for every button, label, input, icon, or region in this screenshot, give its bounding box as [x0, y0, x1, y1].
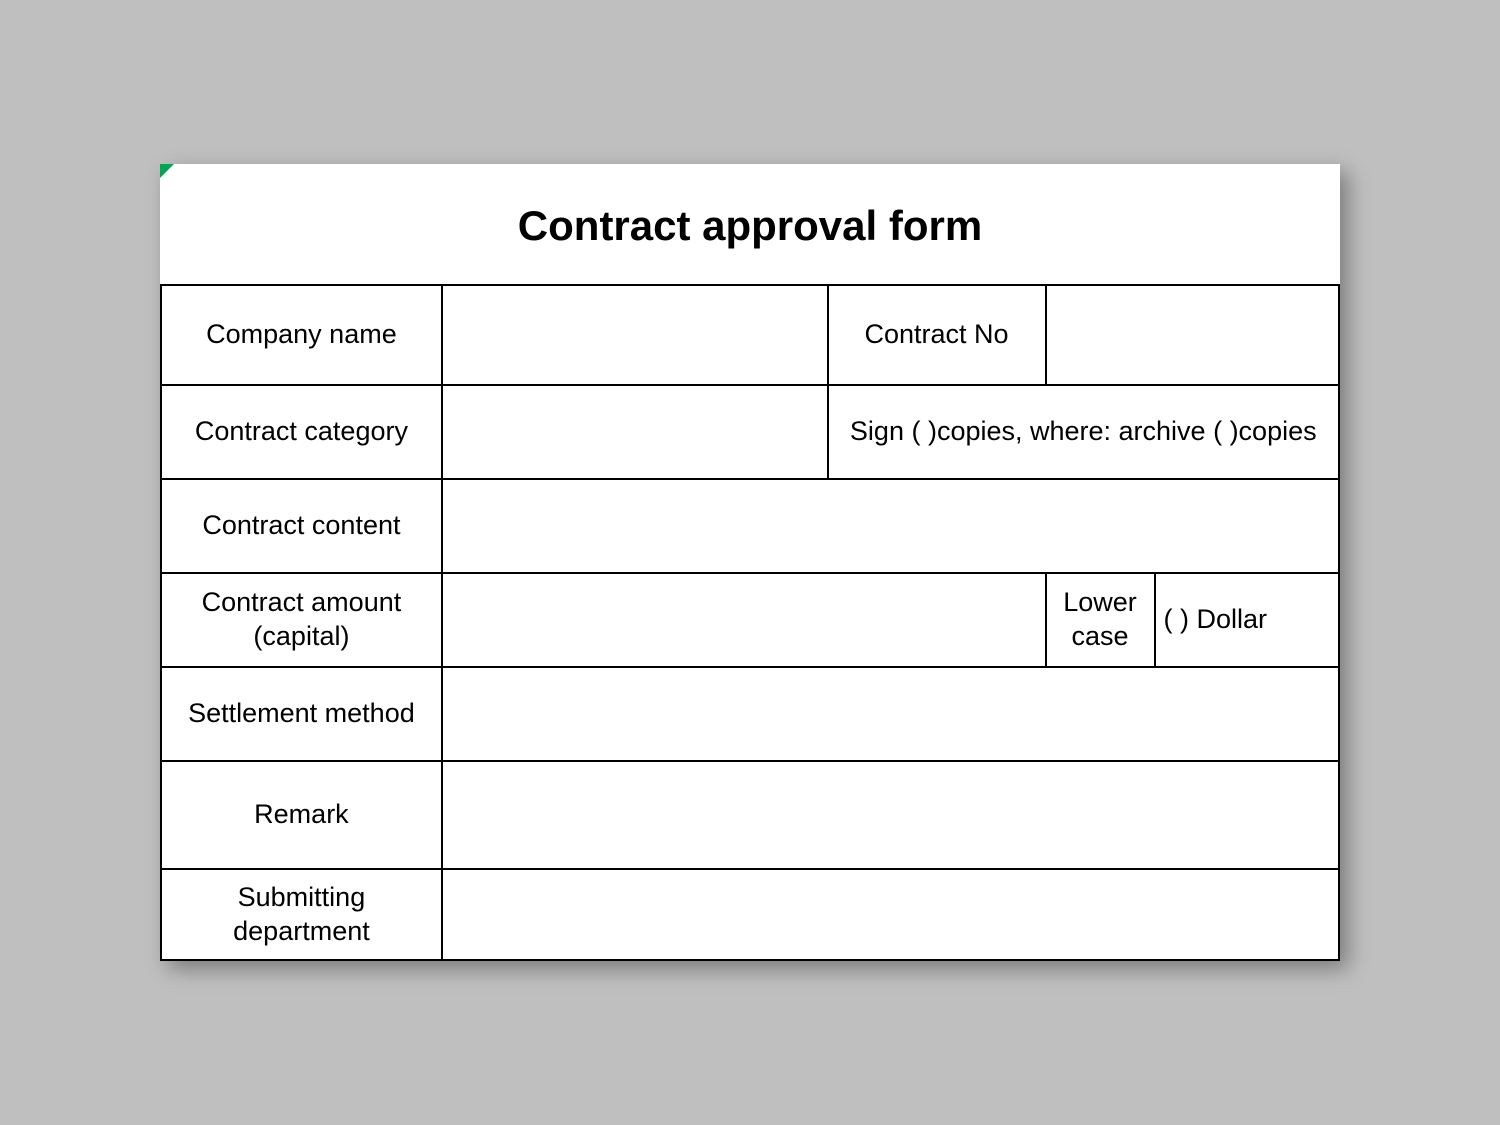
contract-amount-value[interactable] [442, 573, 1046, 667]
company-name-value[interactable] [442, 285, 828, 385]
corner-mark-icon [160, 164, 174, 178]
contract-amount-label: Contract amount (capital) [161, 573, 442, 667]
remark-label: Remark [161, 761, 442, 869]
contract-no-value[interactable] [1046, 285, 1339, 385]
contract-content-label: Contract content [161, 479, 442, 573]
settlement-method-label: Settlement method [161, 667, 442, 761]
company-name-label: Company name [161, 285, 442, 385]
remark-value[interactable] [442, 761, 1339, 869]
title-area: Contract approval form [160, 164, 1340, 284]
lower-case-label: Lower case [1046, 573, 1155, 667]
form-document: Contract approval form Company name Cont… [160, 164, 1340, 961]
submitting-department-label: Submitting department [161, 869, 442, 960]
form-table: Company name Contract No Contract catego… [160, 284, 1340, 961]
dollar-text: ( ) Dollar [1155, 573, 1339, 667]
contract-no-label: Contract No [828, 285, 1046, 385]
copies-text: Sign ( )copies, where: archive ( )copies [828, 385, 1339, 479]
contract-content-value[interactable] [442, 479, 1339, 573]
contract-category-value[interactable] [442, 385, 828, 479]
form-title: Contract approval form [160, 202, 1340, 250]
contract-category-label: Contract category [161, 385, 442, 479]
settlement-method-value[interactable] [442, 667, 1339, 761]
submitting-department-value[interactable] [442, 869, 1339, 960]
